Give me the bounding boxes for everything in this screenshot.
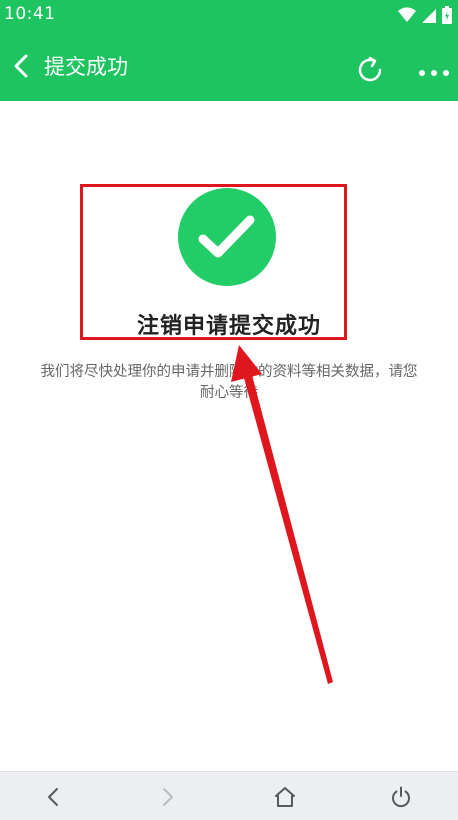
system-navigation-bar bbox=[0, 771, 458, 820]
home-icon bbox=[275, 787, 295, 807]
annotation-arrow-shaft bbox=[244, 375, 333, 684]
success-icon-container bbox=[178, 188, 276, 286]
result-title: 注销申请提交成功 bbox=[136, 314, 321, 339]
nav-power-button[interactable] bbox=[389, 786, 413, 808]
status-bar: 10:41 bbox=[0, 0, 458, 30]
status-time: 10:41 bbox=[4, 4, 56, 24]
refresh-icon bbox=[358, 56, 382, 82]
result-description: 我们将尽快处理你的申请并删除你的资料等相关数据，请您 耐心等待 bbox=[16, 362, 442, 404]
signal-icon bbox=[422, 9, 436, 23]
more-options-button[interactable] bbox=[418, 63, 450, 76]
screen: 10:41 提交成功 注销申请提交成功 我们将尽快处理你的申请并删除你的资料等相… bbox=[0, 0, 458, 820]
nav-back-button[interactable] bbox=[41, 786, 65, 808]
nav-forward-button[interactable] bbox=[156, 786, 180, 808]
power-icon bbox=[392, 786, 410, 808]
back-arrow-icon bbox=[14, 54, 28, 78]
wifi-icon bbox=[398, 7, 416, 23]
refresh-button[interactable] bbox=[354, 54, 386, 86]
annotation-arrow bbox=[231, 345, 333, 684]
checkmark-circle-icon bbox=[178, 188, 276, 286]
back-button[interactable] bbox=[10, 52, 34, 80]
app-bar: 提交成功 bbox=[0, 30, 458, 101]
result-description-line-1: 我们将尽快处理你的申请并删除你的资料等相关数据，请您 bbox=[40, 364, 418, 380]
nav-home-button[interactable] bbox=[273, 786, 297, 808]
battery-icon bbox=[442, 6, 452, 24]
status-icons bbox=[398, 6, 452, 24]
page-title: 提交成功 bbox=[44, 55, 128, 79]
more-options-icon bbox=[419, 70, 449, 76]
result-description-line-2: 耐心等待 bbox=[200, 385, 258, 401]
back-icon bbox=[48, 788, 58, 806]
forward-icon bbox=[163, 788, 173, 806]
